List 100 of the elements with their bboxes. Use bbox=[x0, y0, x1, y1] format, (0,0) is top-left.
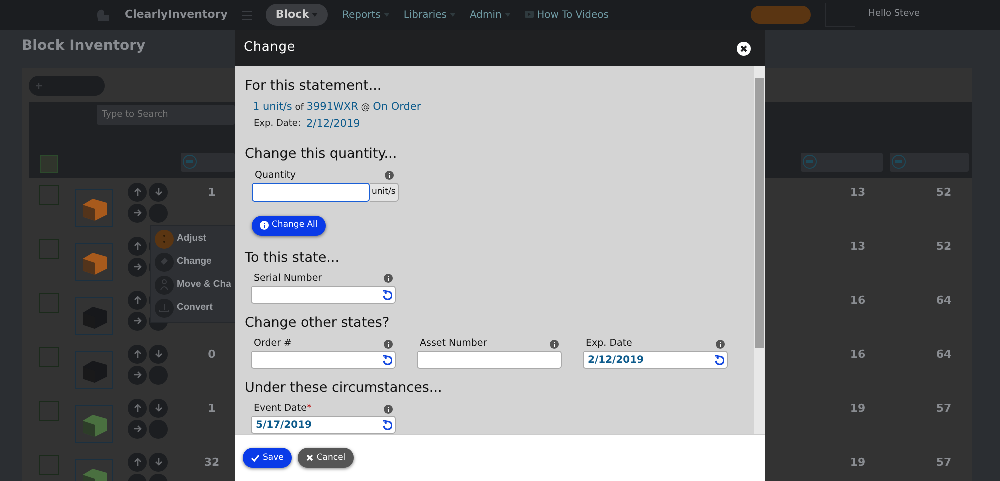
table-cell-text: 13 bbox=[849, 185, 867, 201]
table-cell-text: 16 bbox=[849, 347, 867, 363]
tag-icon bbox=[155, 253, 174, 272]
cancel-button[interactable]: Cancel bbox=[298, 448, 354, 468]
tray-icon bbox=[155, 299, 174, 318]
arrow-icon bbox=[132, 295, 142, 306]
quantity-input[interactable] bbox=[252, 182, 370, 202]
section-heading: To this state... bbox=[245, 248, 340, 268]
close-button[interactable] bbox=[737, 40, 751, 55]
info-icon[interactable] bbox=[550, 340, 559, 349]
nav-menu[interactable]: Reports bbox=[342, 8, 390, 22]
reset-icon[interactable] bbox=[382, 355, 392, 366]
row-checkbox[interactable] bbox=[39, 293, 59, 313]
field-label: Quantity bbox=[255, 168, 296, 183]
item-link[interactable]: 3991WXR bbox=[306, 100, 358, 113]
arrow-icon bbox=[154, 187, 164, 198]
table-cell-text: 57 bbox=[935, 401, 953, 417]
search-field[interactable]: Type to Search bbox=[97, 105, 235, 125]
up-arrow-button[interactable] bbox=[128, 237, 147, 256]
check-icon bbox=[251, 454, 260, 462]
arrow-icon bbox=[132, 403, 142, 414]
arrow-icon bbox=[132, 241, 142, 252]
reset-icon[interactable] bbox=[382, 290, 392, 300]
quantity-link[interactable]: 1 unit/s bbox=[253, 100, 292, 113]
brand-name[interactable]: ClearlyInventory bbox=[125, 6, 228, 24]
up-arrow-button[interactable] bbox=[128, 453, 147, 472]
quantity-cell-text: 1 bbox=[207, 401, 217, 417]
row-checkbox[interactable] bbox=[39, 239, 59, 259]
close-icon bbox=[306, 454, 314, 462]
field-label: Order # bbox=[254, 337, 292, 352]
field-label: Event Date* bbox=[254, 402, 312, 416]
quantity-cell-text: 32 bbox=[203, 455, 221, 471]
nav-menu[interactable]: Libraries bbox=[404, 8, 456, 22]
right-arrow-button[interactable] bbox=[128, 312, 147, 331]
reset-icon[interactable] bbox=[714, 355, 724, 366]
input-field[interactable]: 2/12/2019 bbox=[583, 351, 728, 370]
page-title: Block Inventory bbox=[22, 38, 146, 55]
down-arrow-button[interactable] bbox=[149, 183, 168, 202]
arrow-icon bbox=[154, 349, 164, 360]
right-arrow-button[interactable] bbox=[128, 366, 147, 385]
date-value: 2/12/2019 bbox=[306, 116, 360, 132]
filter-field[interactable] bbox=[801, 153, 883, 172]
info-icon[interactable] bbox=[384, 340, 393, 349]
table-cell-text: 57 bbox=[935, 455, 953, 471]
right-arrow-button[interactable] bbox=[128, 258, 147, 277]
quantity-cell-text: 1 bbox=[207, 185, 217, 201]
right-arrow-button[interactable] bbox=[128, 420, 147, 439]
up-arrow-button[interactable] bbox=[128, 399, 147, 418]
input-field[interactable] bbox=[251, 351, 396, 370]
save-button[interactable]: Save bbox=[243, 448, 292, 468]
arrow-icon bbox=[132, 208, 142, 218]
person-icon bbox=[155, 276, 174, 295]
down-arrow-button[interactable] bbox=[149, 345, 168, 364]
down-arrow-button[interactable] bbox=[149, 453, 168, 472]
arrow-icon bbox=[132, 349, 142, 360]
table-cell-text: 19 bbox=[849, 455, 867, 471]
logo-icon bbox=[95, 7, 111, 23]
quantity-cell-text: 0 bbox=[207, 347, 217, 363]
section-heading: Change this quantity... bbox=[245, 145, 398, 164]
filter-field[interactable] bbox=[181, 153, 235, 172]
filter-field[interactable] bbox=[890, 153, 969, 172]
row-checkbox[interactable] bbox=[39, 185, 59, 205]
user-greeting[interactable]: Hello Steve bbox=[868, 8, 920, 22]
scrollbar[interactable] bbox=[754, 66, 765, 434]
section-heading: Under these circumstances... bbox=[245, 379, 444, 398]
change-all-button[interactable]: Change All bbox=[252, 216, 326, 236]
videos-link[interactable]: How To Videos bbox=[524, 8, 609, 22]
reset-icon[interactable] bbox=[382, 420, 392, 430]
info-icon[interactable] bbox=[384, 404, 393, 414]
arrow-icon bbox=[132, 370, 142, 380]
unit-label: unit/s bbox=[370, 182, 399, 202]
right-arrow-button[interactable] bbox=[128, 204, 147, 223]
table-cell-text: 19 bbox=[849, 401, 867, 417]
state-link[interactable]: On Order bbox=[373, 100, 422, 113]
info-icon[interactable] bbox=[384, 274, 393, 284]
table-cell-text: 13 bbox=[849, 239, 867, 255]
input-field[interactable] bbox=[417, 351, 562, 370]
select-all-checkbox[interactable] bbox=[40, 155, 58, 173]
row-checkbox[interactable] bbox=[39, 347, 59, 367]
library-dropdown[interactable]: Block bbox=[266, 4, 328, 26]
up-arrow-button[interactable] bbox=[128, 291, 147, 310]
up-arrow-button[interactable] bbox=[128, 183, 147, 202]
arrow-icon bbox=[154, 457, 164, 468]
info-icon[interactable] bbox=[716, 340, 725, 349]
arrow-icon bbox=[132, 316, 142, 326]
arrow-icon bbox=[154, 403, 164, 414]
field-label: Serial Number bbox=[254, 272, 322, 286]
row-checkbox[interactable] bbox=[39, 455, 59, 475]
table-cell-text: 52 bbox=[935, 239, 953, 255]
input-field[interactable] bbox=[251, 286, 396, 304]
field-label: Exp. Date bbox=[586, 337, 632, 352]
info-icon[interactable] bbox=[385, 171, 394, 180]
row-checkbox[interactable] bbox=[39, 401, 59, 421]
down-arrow-button[interactable] bbox=[149, 399, 168, 418]
nav-menu[interactable]: Admin bbox=[470, 8, 511, 22]
info-icon bbox=[260, 221, 269, 230]
modal-title: Change bbox=[244, 39, 296, 58]
input-field[interactable]: 5/17/2019 bbox=[251, 416, 396, 434]
up-arrow-button[interactable] bbox=[128, 345, 147, 364]
plus-icon bbox=[36, 82, 42, 89]
